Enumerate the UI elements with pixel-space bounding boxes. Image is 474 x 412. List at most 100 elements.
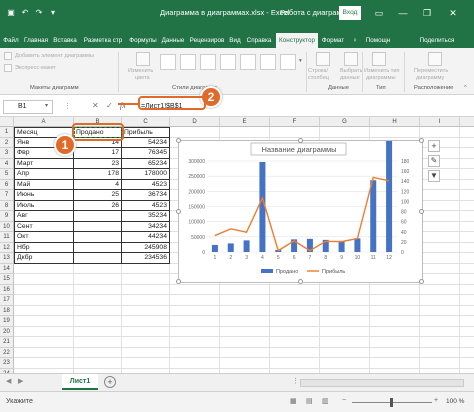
- grid-cell[interactable]: [220, 127, 270, 138]
- grid-cell[interactable]: [420, 326, 460, 337]
- sheet-tab-list1[interactable]: Лист1: [62, 374, 98, 390]
- grid-cell[interactable]: [14, 347, 74, 358]
- grid-cell[interactable]: [320, 326, 370, 337]
- table-cell[interactable]: Апр: [14, 169, 74, 180]
- grid-cell[interactable]: [170, 284, 220, 295]
- grid-cell[interactable]: [270, 347, 320, 358]
- change-colors-button[interactable]: Изменить: [128, 68, 153, 74]
- row-header[interactable]: 15: [0, 274, 14, 285]
- chart-style-3[interactable]: [200, 54, 216, 70]
- table-cell[interactable]: 4: [74, 179, 122, 190]
- grid-cell[interactable]: [420, 242, 460, 253]
- grid-cell[interactable]: [122, 305, 170, 316]
- next-sheet-icon[interactable]: ▶: [18, 377, 23, 385]
- grid-cell[interactable]: [420, 263, 460, 274]
- tab-help[interactable]: Справка: [244, 33, 274, 48]
- grid-cell[interactable]: [370, 358, 420, 369]
- row-header[interactable]: 20: [0, 326, 14, 337]
- grid-cell[interactable]: [220, 347, 270, 358]
- table-cell[interactable]: 54234: [122, 137, 170, 148]
- tab-view[interactable]: Вид: [228, 33, 242, 48]
- grid-cell[interactable]: [420, 337, 460, 348]
- grid-cell[interactable]: [320, 347, 370, 358]
- grid-cell[interactable]: [460, 253, 474, 264]
- grid-cell[interactable]: [14, 337, 74, 348]
- grid-cell[interactable]: [420, 274, 460, 285]
- grid-cell[interactable]: [460, 232, 474, 243]
- table-cell[interactable]: 35234: [122, 211, 170, 222]
- grid-cell[interactable]: [220, 305, 270, 316]
- close-button[interactable]: ✕: [446, 6, 460, 20]
- table-cell[interactable]: 4523: [122, 200, 170, 211]
- table-cell[interactable]: 17: [74, 148, 122, 159]
- grid-cell[interactable]: [420, 158, 460, 169]
- chart-style-1[interactable]: [160, 54, 176, 70]
- grid-cell[interactable]: [460, 127, 474, 138]
- grid-cell[interactable]: [74, 337, 122, 348]
- table-cell[interactable]: 36734: [122, 190, 170, 201]
- grid-cell[interactable]: [170, 326, 220, 337]
- table-cell[interactable]: Сент: [14, 221, 74, 232]
- grid-cell[interactable]: [420, 284, 460, 295]
- grid-cell[interactable]: [460, 243, 474, 253]
- grid-cell[interactable]: [220, 326, 270, 337]
- column-header[interactable]: F: [270, 117, 320, 127]
- grid-cell[interactable]: [320, 305, 370, 316]
- grid-cell[interactable]: [370, 127, 420, 138]
- grid-cell[interactable]: [14, 295, 74, 306]
- grid-cell[interactable]: [320, 316, 370, 327]
- table-cell[interactable]: 26: [74, 200, 122, 211]
- grid-cell[interactable]: [420, 200, 460, 211]
- grid-cell[interactable]: [460, 327, 474, 337]
- grid-cell[interactable]: [320, 358, 370, 369]
- add-element-button[interactable]: Добавить элемент диаграммы: [15, 53, 94, 59]
- share-button[interactable]: Поделиться: [412, 33, 462, 48]
- tab-assistant[interactable]: Помощн: [362, 33, 394, 48]
- grid-cell[interactable]: [270, 305, 320, 316]
- brush-icon[interactable]: ✎: [428, 155, 440, 167]
- name-box-dropdown-icon[interactable]: ▾: [45, 102, 48, 109]
- customize-icon[interactable]: ▾: [48, 8, 58, 18]
- table-cell[interactable]: 234536: [122, 253, 170, 264]
- table-cell[interactable]: Май: [14, 179, 74, 190]
- grid-cell[interactable]: [460, 316, 474, 327]
- grid-cell[interactable]: [460, 169, 474, 180]
- row-header[interactable]: 4: [0, 158, 14, 169]
- table-cell[interactable]: 178000: [122, 169, 170, 180]
- table-cell[interactable]: Март: [14, 158, 74, 169]
- select-all-corner[interactable]: [0, 117, 14, 127]
- column-header[interactable]: E: [220, 117, 270, 127]
- collapse-ribbon-icon[interactable]: ^: [464, 85, 467, 91]
- switch-row-column-button[interactable]: Строка/столбец: [308, 68, 338, 82]
- grid-cell[interactable]: [370, 305, 420, 316]
- column-header[interactable]: A: [14, 117, 74, 127]
- tab-home[interactable]: Главная: [22, 33, 50, 48]
- grid-cell[interactable]: [122, 347, 170, 358]
- row-header[interactable]: 2: [0, 137, 14, 148]
- row-header[interactable]: 8: [0, 200, 14, 211]
- grid-cell[interactable]: [170, 337, 220, 348]
- grid-cell[interactable]: [14, 326, 74, 337]
- ribbon-display-icon[interactable]: ▭: [372, 6, 386, 20]
- grid-cell[interactable]: [270, 316, 320, 327]
- row-header[interactable]: 13: [0, 253, 14, 264]
- grid-cell[interactable]: [14, 316, 74, 327]
- row-header[interactable]: 19: [0, 316, 14, 327]
- table-cell[interactable]: 65234: [122, 158, 170, 169]
- row-header[interactable]: 22: [0, 347, 14, 358]
- grid-cell[interactable]: [74, 274, 122, 285]
- tab-review[interactable]: Рецензиров: [188, 33, 226, 48]
- change-type-button[interactable]: Изменить тип: [364, 68, 400, 74]
- grid-cell[interactable]: [122, 295, 170, 306]
- tab-file[interactable]: Файл: [2, 33, 20, 48]
- grid-cell[interactable]: [370, 337, 420, 348]
- minimize-button[interactable]: —: [396, 6, 410, 20]
- grid-cell[interactable]: [74, 305, 122, 316]
- grid-cell[interactable]: [14, 284, 74, 295]
- prev-sheet-icon[interactable]: ◀: [6, 377, 11, 385]
- row-header[interactable]: 5: [0, 169, 14, 180]
- grid-cell[interactable]: [420, 127, 460, 138]
- grid-cell[interactable]: [122, 326, 170, 337]
- grid-cell[interactable]: [220, 316, 270, 327]
- table-cell[interactable]: [74, 221, 122, 232]
